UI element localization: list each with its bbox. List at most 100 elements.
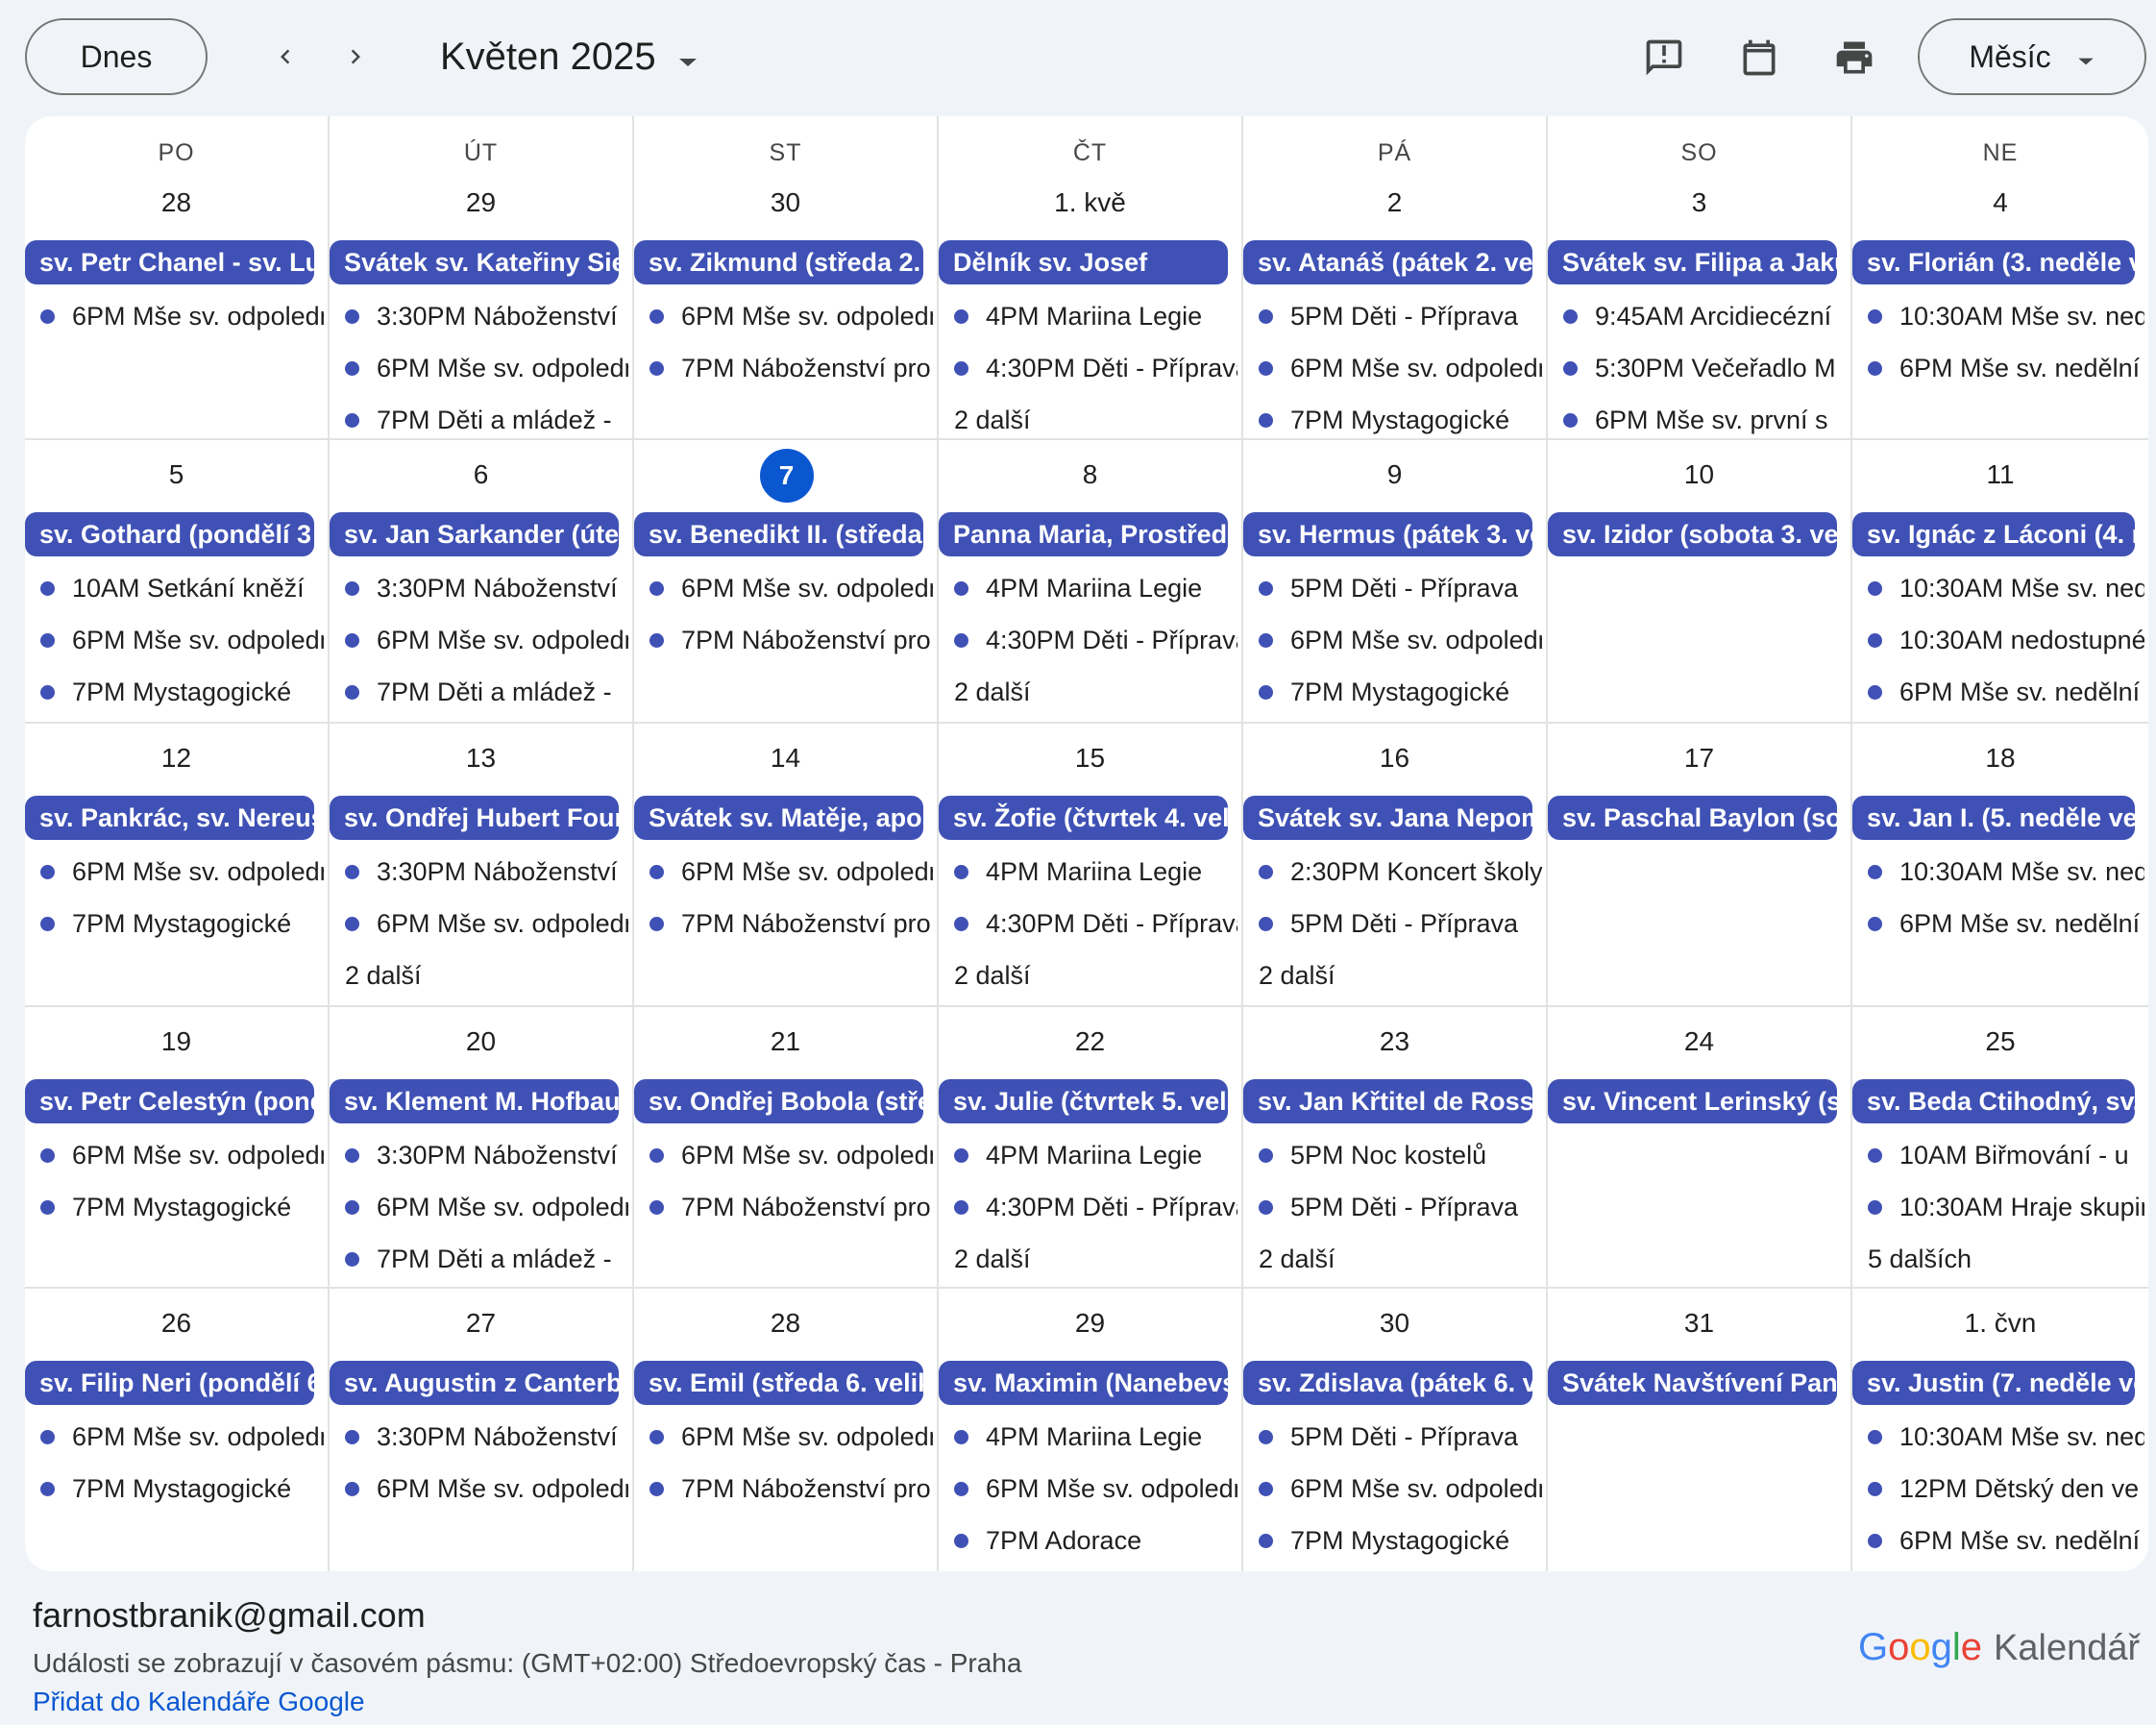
day-number[interactable]: 25 (1852, 1026, 2148, 1057)
day-cell[interactable]: NE 4 sv. Florián (3. neděle velikonoční) 10… (1852, 116, 2148, 440)
print-icon[interactable] (1829, 33, 1879, 83)
day-number[interactable]: 9 (1243, 459, 1546, 490)
more-events-link[interactable]: 5 dalších (1868, 1235, 1972, 1283)
day-number[interactable]: 21 (634, 1026, 937, 1057)
day-number[interactable]: 18 (1852, 743, 2148, 774)
all-day-event[interactable]: sv. Julie (čtvrtek 5. velikonoční) (939, 1079, 1228, 1123)
event-item[interactable]: 6PM Mše sv. nedělní (1868, 1516, 2144, 1565)
all-day-event[interactable]: sv. Petr Chanel - sv. Ludvík (25, 240, 314, 284)
day-cell[interactable]: 20 sv. Klement M. Hofbauer 3:30PM Nábožens… (330, 1007, 634, 1289)
more-events-link[interactable]: 2 další (1259, 1235, 1335, 1283)
all-day-event[interactable]: sv. Zdislava (pátek 6. velikonoční) (1243, 1361, 1532, 1405)
event-item[interactable]: 7PM Mystagogické (40, 668, 324, 716)
all-day-event[interactable]: sv. Emil (středa 6. velikonoční) (634, 1361, 923, 1405)
day-cell[interactable]: 11 sv. Ignác z Láconi (4. neděle 10:30AM M… (1852, 440, 2148, 724)
day-number[interactable]: 23 (1243, 1026, 1546, 1057)
day-cell[interactable]: ÚT 29 Svátek sv. Kateřiny Sienské 3:30PM Ná… (330, 116, 634, 440)
event-item[interactable]: 6PM Mše sv. nedělní (1868, 668, 2144, 716)
all-day-event[interactable]: sv. Benedikt II. (středa (634, 512, 923, 556)
all-day-event[interactable]: sv. Paschal Baylon (sobota (1548, 796, 1837, 840)
day-number[interactable]: 14 (634, 743, 937, 774)
day-cell[interactable]: 25 sv. Beda Ctihodný, sv. Řehoř 10AM Biřmo… (1852, 1007, 2148, 1289)
event-item[interactable]: 5PM Děti - Příprava (1259, 899, 1542, 948)
event-item[interactable]: 7PM Náboženství pro (649, 899, 933, 948)
event-item[interactable]: 7PM Mystagogické (40, 899, 324, 948)
day-number[interactable]: 11 (1852, 459, 2148, 490)
all-day-event[interactable]: sv. Ignác z Láconi (4. neděle (1852, 512, 2135, 556)
event-item[interactable]: 6PM Mše sv. odpoledne (1259, 344, 1542, 392)
event-item[interactable]: 5:30PM Večeřadlo M (1563, 344, 1847, 392)
day-cell[interactable]: 6 sv. Jan Sarkander (úterý 3:30PM Nábožens… (330, 440, 634, 724)
all-day-event[interactable]: sv. Hermus (pátek 3. velikonoční) (1243, 512, 1532, 556)
day-cell[interactable]: 26 sv. Filip Neri (pondělí 6. 6PM Mše sv. … (25, 1289, 330, 1571)
all-day-event[interactable]: Svátek sv. Matěje, apoštola (634, 796, 923, 840)
day-cell[interactable]: 8 Panna Maria, Prostřednice 4PM Mariina Le… (939, 440, 1243, 724)
day-cell[interactable]: 1. čvn sv. Justin (7. neděle velikonoční)… (1852, 1289, 2148, 1571)
add-to-google-calendar-link[interactable]: Přidat do Kalendáře Google (33, 1687, 365, 1717)
day-cell[interactable]: 24 sv. Vincent Lerinský (sobota (1548, 1007, 1852, 1289)
event-item[interactable]: 6PM Mše sv. odpoledne (1259, 1465, 1542, 1513)
all-day-event[interactable]: Dělník sv. Josef (939, 240, 1228, 284)
day-number[interactable]: 27 (330, 1308, 632, 1339)
event-item[interactable]: 6PM Mše sv. odpoledne (649, 564, 933, 612)
event-item[interactable]: 7PM Mystagogické (40, 1465, 324, 1513)
event-item[interactable]: 6PM Mše sv. odpoledne (649, 292, 933, 340)
day-cell[interactable]: 17 sv. Paschal Baylon (sobota (1548, 724, 1852, 1007)
event-item[interactable]: 7PM Adorace (954, 1516, 1237, 1565)
event-item[interactable]: 6PM Mše sv. odpoledne (345, 1465, 628, 1513)
event-item[interactable]: 6PM Mše sv. nedělní (1868, 344, 2144, 392)
all-day-event[interactable]: sv. Gothard (pondělí 3 (25, 512, 314, 556)
event-item[interactable]: 5PM Děti - Příprava (1259, 1413, 1542, 1461)
event-item[interactable]: 3:30PM Náboženství (345, 1413, 628, 1461)
all-day-event[interactable]: sv. Pankrác, sv. Nereus (25, 796, 314, 840)
all-day-event[interactable]: sv. Žofie (čtvrtek 4. velikonoční) (939, 796, 1228, 840)
event-item[interactable]: 7PM Mystagogické (1259, 1516, 1542, 1565)
more-events-link[interactable]: 2 další (1259, 951, 1335, 999)
event-item[interactable]: 4:30PM Děti - Příprava (954, 344, 1237, 392)
event-item[interactable]: 6PM Mše sv. odpoledne (40, 616, 324, 664)
day-cell[interactable]: ST 30 sv. Zikmund (středa 2. 6PM Mše sv. od… (634, 116, 939, 440)
day-number[interactable]: 10 (1548, 459, 1850, 490)
event-item[interactable]: 6PM Mše sv. odpoledne (649, 848, 933, 896)
day-cell[interactable]: 5 sv. Gothard (pondělí 3 10AM Setkání kněž… (25, 440, 330, 724)
event-item[interactable]: 10:30AM Mše sv. neděle (1868, 564, 2144, 612)
all-day-event[interactable]: sv. Maximin (Nanebevstoupení (939, 1361, 1228, 1405)
day-cell[interactable]: 16 Svátek sv. Jana Nepomuckého 2:30PM Konc… (1243, 724, 1548, 1007)
all-day-event[interactable]: Svátek sv. Jana Nepomuckého (1243, 796, 1532, 840)
event-item[interactable]: 4:30PM Děti - Příprava (954, 616, 1237, 664)
event-item[interactable]: 10:30AM Mše sv. neděle (1868, 292, 2144, 340)
day-number[interactable]: 8 (939, 459, 1241, 490)
all-day-event[interactable]: sv. Florián (3. neděle velikonoční) (1852, 240, 2135, 284)
more-events-link[interactable]: 2 další (954, 1235, 1031, 1283)
day-number[interactable]: 31 (1548, 1308, 1850, 1339)
day-cell[interactable]: 21 sv. Ondřej Bobola (středa 6PM Mše sv. o… (634, 1007, 939, 1289)
all-day-event[interactable]: Panna Maria, Prostřednice (939, 512, 1228, 556)
event-item[interactable]: 5PM Noc kostelů (1259, 1131, 1542, 1179)
event-item[interactable]: 4PM Mariina Legie (954, 564, 1237, 612)
all-day-event[interactable]: sv. Ondřej Bobola (středa (634, 1079, 923, 1123)
event-item[interactable]: 7PM Náboženství pro (649, 344, 933, 392)
day-cell[interactable]: 15 sv. Žofie (čtvrtek 4. velikonoční) 4PM … (939, 724, 1243, 1007)
day-number[interactable]: 16 (1243, 743, 1546, 774)
event-item[interactable]: 7PM Náboženství pro (649, 1183, 933, 1231)
event-item[interactable]: 10:30AM Mše sv. neděle (1868, 1413, 2144, 1461)
event-item[interactable]: 7PM Náboženství pro (649, 616, 933, 664)
more-events-link[interactable]: 2 další (954, 951, 1031, 999)
all-day-event[interactable]: sv. Jan Křtitel de Rossi (1243, 1079, 1532, 1123)
all-day-event[interactable]: sv. Ondřej Hubert Fournet (330, 796, 619, 840)
day-number[interactable]: 20 (330, 1026, 632, 1057)
day-number[interactable]: 13 (330, 743, 632, 774)
event-item[interactable]: 9:45AM Arcidiecézní (1563, 292, 1847, 340)
day-number[interactable]: 5 (25, 459, 328, 490)
all-day-event[interactable]: Svátek Navštívení Panny Marie (1548, 1361, 1837, 1405)
event-item[interactable]: 10:30AM nedostupné (1868, 616, 2144, 664)
day-number[interactable]: 12 (25, 743, 328, 774)
event-item[interactable]: 10:30AM Mše sv. neděle (1868, 848, 2144, 896)
calendar-icon[interactable] (1734, 33, 1784, 83)
day-number[interactable]: 1. kvě (939, 187, 1241, 218)
event-item[interactable]: 4PM Mariina Legie (954, 292, 1237, 340)
event-item[interactable]: 3:30PM Náboženství (345, 848, 628, 896)
event-item[interactable]: 6PM Mše sv. odpoledne (345, 1183, 628, 1231)
day-cell[interactable]: 9 sv. Hermus (pátek 3. velikonoční) 5PM Dě… (1243, 440, 1548, 724)
day-cell[interactable]: 18 sv. Jan I. (5. neděle velikonoční) 10:3… (1852, 724, 2148, 1007)
